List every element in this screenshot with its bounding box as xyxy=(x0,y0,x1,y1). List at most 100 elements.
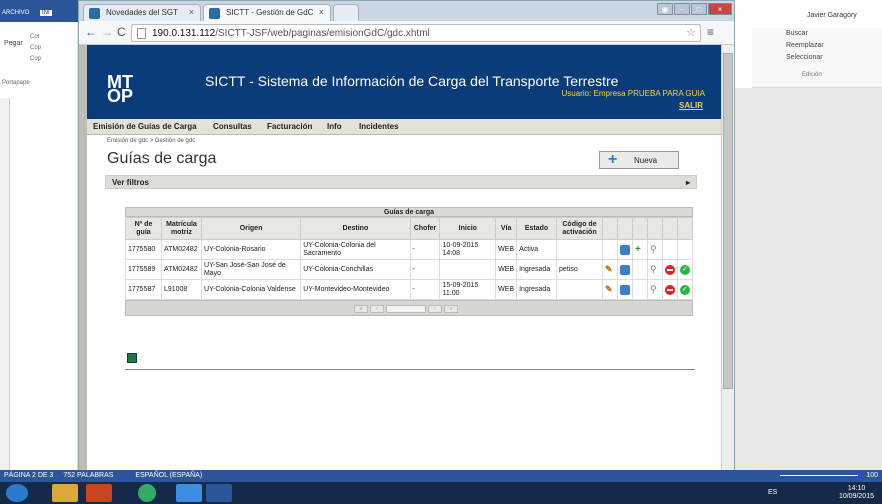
menu-incidentes[interactable]: Incidentes xyxy=(359,122,399,131)
cell-action xyxy=(616,259,633,280)
forward-icon[interactable]: → xyxy=(101,25,113,39)
first-page-icon[interactable]: « xyxy=(354,305,368,313)
user-icon[interactable]: ◉ xyxy=(657,3,673,15)
word-zoom-level[interactable]: 100 xyxy=(866,472,878,479)
url-input[interactable]: 190.0.131.112/SICTT-JSF/web/paginas/emis… xyxy=(131,24,701,42)
edit-pencil-icon[interactable]: ✎ xyxy=(605,264,615,275)
search-icon[interactable]: ⚲ xyxy=(650,264,660,275)
word-pegar-button[interactable]: Pegar xyxy=(4,40,23,47)
tab-sictt[interactable]: SICTT - Gestión de GdC × xyxy=(203,4,331,21)
word-seleccionar-button[interactable]: Seleccionar xyxy=(786,54,823,61)
col-inicio[interactable]: Inicio xyxy=(439,217,497,240)
back-icon[interactable]: ← xyxy=(85,25,97,39)
menu-facturacion[interactable]: Facturación xyxy=(267,122,312,131)
col-matricula[interactable]: Matrícula motriz xyxy=(160,217,202,240)
table-row[interactable]: 1775589 ATM02482 UY-San José-San José de… xyxy=(125,259,694,280)
word-language[interactable]: ESPAÑOL (ESPAÑA) xyxy=(135,472,202,479)
confirm-check-icon[interactable]: ✓ xyxy=(679,284,690,295)
bookmark-star-icon[interactable]: ☆ xyxy=(686,26,696,39)
nueva-button[interactable]: + Nueva xyxy=(599,151,679,169)
close-window-icon[interactable]: × xyxy=(708,3,732,15)
cancel-stop-icon[interactable] xyxy=(664,264,675,275)
table-row[interactable]: 1775587 L91008 UY-Colonia-Colonia Valden… xyxy=(125,279,694,300)
cell-chofer: - xyxy=(409,279,441,300)
document-icon[interactable] xyxy=(619,244,630,255)
last-page-icon[interactable]: » xyxy=(444,305,458,313)
word-copiar-button[interactable]: Cop xyxy=(30,43,41,54)
cell-action xyxy=(616,279,633,300)
word-user-name[interactable]: Javier Garagory xyxy=(807,12,857,19)
cell-action xyxy=(601,239,618,260)
word-archivo-tab[interactable]: ARCHIVO xyxy=(2,10,29,16)
window-controls: ◉ – □ × xyxy=(656,3,732,17)
minimize-icon[interactable]: – xyxy=(674,3,690,15)
edit-pencil-icon[interactable]: ✎ xyxy=(605,284,615,295)
col-via[interactable]: Vía xyxy=(495,217,518,240)
page-scrollbar[interactable] xyxy=(721,45,734,471)
col-origen[interactable]: Origen xyxy=(200,217,302,240)
chrome-icon[interactable] xyxy=(138,484,156,502)
tab-close-icon[interactable]: × xyxy=(189,7,194,17)
cancel-stop-icon[interactable] xyxy=(664,284,675,295)
cell-action xyxy=(631,279,648,300)
word-word-count[interactable]: 752 PALABRAS xyxy=(63,472,113,479)
next-page-icon[interactable]: › xyxy=(428,305,442,313)
cell-destino: UY-Colonia-Conchillas xyxy=(300,259,411,280)
col-guia[interactable]: Nº de guía xyxy=(125,217,162,240)
guias-table: Nº de guía Matrícula motriz Origen Desti… xyxy=(125,217,694,300)
web-page: MT OP SICTT - Sistema de Información de … xyxy=(79,45,721,471)
menu-emision[interactable]: Emisión de Guías de Carga xyxy=(93,122,197,131)
ie-icon[interactable] xyxy=(176,484,202,502)
system-clock[interactable]: 14:10 10/09/2015 xyxy=(839,485,874,501)
cell-matricula: ATM02482 xyxy=(160,259,202,280)
tab-favicon-icon xyxy=(89,8,100,19)
word-reemplazar-button[interactable]: Reemplazar xyxy=(786,42,824,49)
word-page-count[interactable]: PÁGINA 2 DE 3 xyxy=(4,472,53,479)
excel-export-icon[interactable] xyxy=(127,353,137,363)
scrollbar-thumb[interactable] xyxy=(723,53,733,389)
input-language[interactable]: ES xyxy=(768,489,777,496)
explorer-icon[interactable] xyxy=(52,484,78,502)
word-cortar-button[interactable]: Cor xyxy=(30,32,41,43)
site-title: SICTT - Sistema de Información de Carga … xyxy=(205,73,619,89)
col-destino[interactable]: Destino xyxy=(300,217,411,240)
cell-action: ⚲ xyxy=(646,239,663,260)
cell-destino: UY-Montevideo-Montevideo xyxy=(300,279,411,300)
page-numbers[interactable] xyxy=(386,305,426,313)
word-copiar-formato-button[interactable]: Cop xyxy=(30,54,41,65)
word-clipboard-cmds: Cor Cop Cop xyxy=(30,32,41,65)
prev-page-icon[interactable]: ‹ xyxy=(370,305,384,313)
word-inicio-tab[interactable]: INI xyxy=(40,10,52,16)
cell-action xyxy=(631,259,648,280)
col-action xyxy=(646,217,663,240)
search-icon[interactable]: ⚲ xyxy=(650,284,660,295)
search-icon[interactable]: ⚲ xyxy=(650,244,660,255)
document-icon[interactable] xyxy=(619,284,630,295)
word-buscar-button[interactable]: Buscar xyxy=(786,30,808,37)
maximize-icon[interactable]: □ xyxy=(691,3,707,15)
outlook-icon[interactable] xyxy=(86,484,112,502)
word-icon[interactable] xyxy=(206,484,232,502)
new-tab-button[interactable] xyxy=(333,4,359,21)
cell-estado: Ingresada xyxy=(516,279,558,300)
start-button-icon[interactable] xyxy=(6,484,28,502)
col-codigo[interactable]: Código de activación xyxy=(556,217,603,240)
tab-novedades[interactable]: Novedades del SGT × xyxy=(83,4,201,21)
cell-action: ✓ xyxy=(676,259,694,280)
col-estado[interactable]: Estado xyxy=(516,217,558,240)
col-action xyxy=(676,217,694,240)
usuario-label: Usuario: Empresa PRUEBA PARA GUIA xyxy=(561,89,705,98)
confirm-check-icon[interactable]: ✓ xyxy=(679,264,690,275)
menu-info[interactable]: Info xyxy=(327,122,342,131)
ver-filtros-toggle[interactable]: Ver filtros ▸ xyxy=(105,175,697,189)
salir-link[interactable]: SALIR xyxy=(679,101,703,110)
zoom-slider[interactable] xyxy=(780,475,858,476)
reload-icon[interactable]: C xyxy=(117,25,126,39)
tab-close-icon[interactable]: × xyxy=(319,7,324,17)
table-row[interactable]: 1775580 ATM02482 UY-Colonia-Rosario UY-C… xyxy=(125,239,694,260)
menu-icon[interactable]: ≡ xyxy=(707,25,714,39)
document-icon[interactable] xyxy=(619,264,630,275)
menu-consultas[interactable]: Consultas xyxy=(213,122,252,131)
col-chofer[interactable]: Chofer xyxy=(409,217,441,240)
add-document-icon[interactable]: + xyxy=(635,244,645,255)
